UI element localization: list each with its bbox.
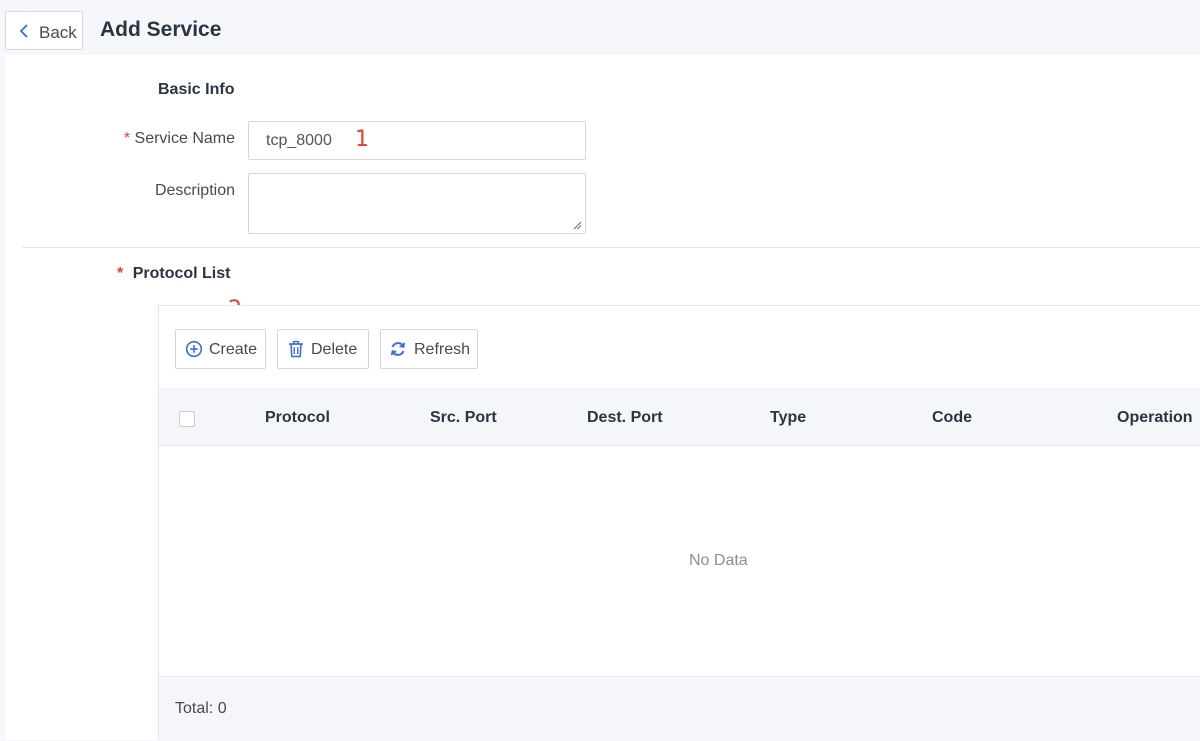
service-name-label: * Service Name: [118, 130, 235, 148]
plus-circle-icon: [185, 340, 203, 358]
protocol-list-panel: Create Delete Refresh Protocol Src. Port…: [158, 305, 1200, 741]
create-button[interactable]: Create: [175, 329, 266, 369]
chevron-left-icon: [19, 24, 28, 38]
description-textarea[interactable]: [248, 173, 586, 234]
protocol-list-heading: * Protocol List: [117, 265, 230, 283]
trash-icon: [289, 340, 303, 358]
refresh-icon: [390, 342, 406, 356]
table-header: Protocol Src. Port Dest. Port Type Code …: [159, 388, 1200, 446]
refresh-label: Refresh: [414, 341, 471, 358]
empty-state-text: No Data: [689, 552, 748, 569]
create-label: Create: [209, 341, 258, 358]
section-divider: [22, 247, 1200, 248]
column-header-dest-port[interactable]: Dest. Port: [587, 409, 663, 427]
column-header-operation[interactable]: Operation: [1117, 409, 1193, 427]
back-button[interactable]: Back: [5, 11, 83, 50]
service-name-label-text: Service Name: [134, 130, 235, 147]
column-header-code[interactable]: Code: [932, 409, 972, 427]
column-header-src-port[interactable]: Src. Port: [430, 409, 497, 427]
column-header-protocol[interactable]: Protocol: [265, 409, 330, 427]
delete-button[interactable]: Delete: [277, 329, 369, 369]
form-content: Basic Info * Service Name tcp_8000 1 Des…: [5, 55, 1200, 741]
required-mark: *: [123, 130, 131, 147]
page-title: Add Service: [100, 18, 222, 41]
annotation-step-1: 1: [355, 127, 369, 152]
back-label: Back: [39, 23, 77, 42]
required-mark: *: [117, 265, 124, 282]
select-all-checkbox[interactable]: [179, 411, 195, 427]
service-name-input[interactable]: tcp_8000: [248, 121, 586, 160]
refresh-button[interactable]: Refresh: [380, 329, 478, 369]
delete-label: Delete: [311, 341, 358, 358]
total-count: Total: 0: [175, 700, 227, 717]
column-header-type[interactable]: Type: [770, 409, 806, 427]
table-footer: Total: 0: [159, 676, 1200, 741]
resize-handle-icon[interactable]: [573, 221, 582, 230]
basic-info-heading: Basic Info: [158, 81, 235, 98]
service-name-value: tcp_8000: [266, 132, 332, 149]
protocol-list-label: Protocol List: [132, 265, 231, 282]
page-header: Back Add Service: [0, 0, 1200, 55]
description-label: Description: [154, 182, 235, 199]
